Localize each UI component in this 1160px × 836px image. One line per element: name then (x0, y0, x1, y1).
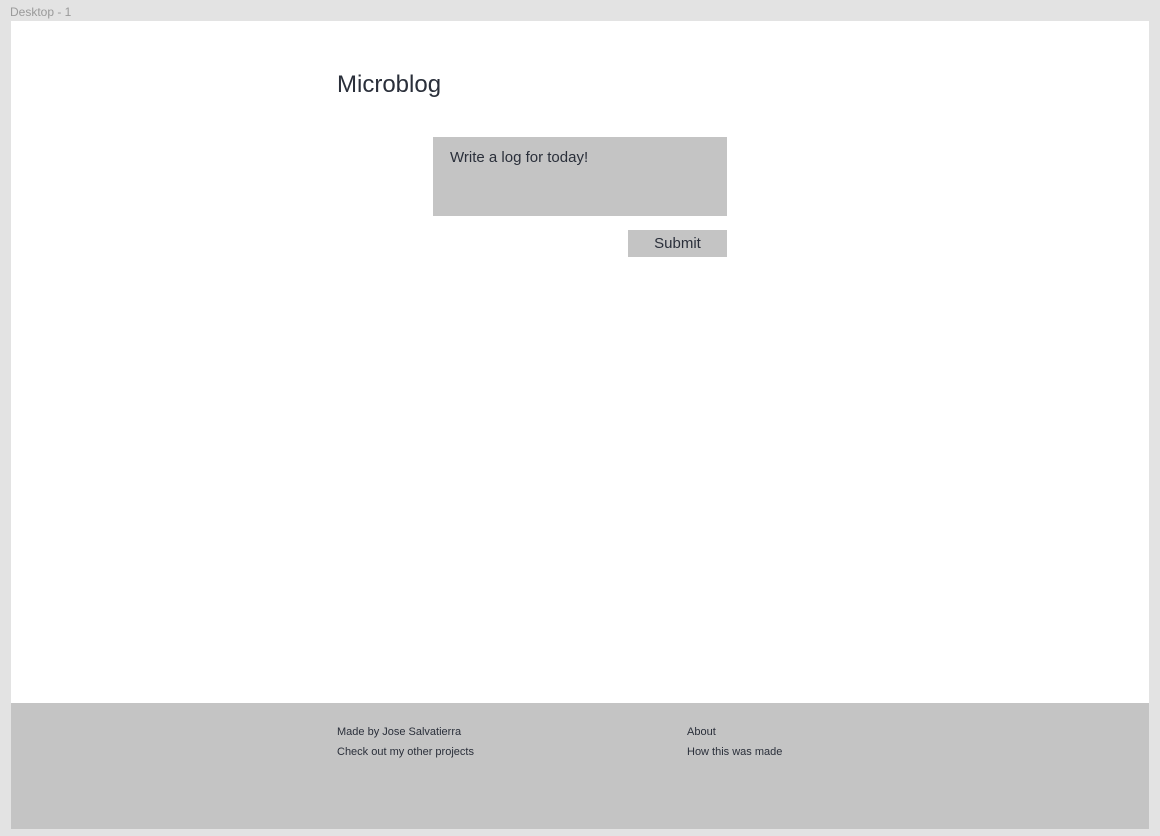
frame-label: Desktop - 1 (0, 0, 1160, 21)
footer-projects-link[interactable]: Check out my other projects (337, 745, 687, 759)
page-title: Microblog (337, 71, 1149, 99)
submit-button[interactable]: Submit (628, 230, 727, 257)
log-form: Submit (433, 137, 727, 257)
log-input[interactable] (433, 137, 727, 216)
footer: Made by Jose Salvatierra Check out my ot… (11, 703, 1149, 829)
submit-row: Submit (433, 230, 727, 257)
footer-column-right: About How this was made (687, 725, 782, 829)
footer-column-left: Made by Jose Salvatierra Check out my ot… (337, 725, 687, 829)
main-content: Microblog Submit (11, 21, 1149, 703)
design-canvas: Microblog Submit Made by Jose Salvatierr… (11, 21, 1149, 829)
footer-how-link[interactable]: How this was made (687, 745, 782, 759)
footer-about-link[interactable]: About (687, 725, 782, 739)
footer-credit[interactable]: Made by Jose Salvatierra (337, 725, 687, 739)
